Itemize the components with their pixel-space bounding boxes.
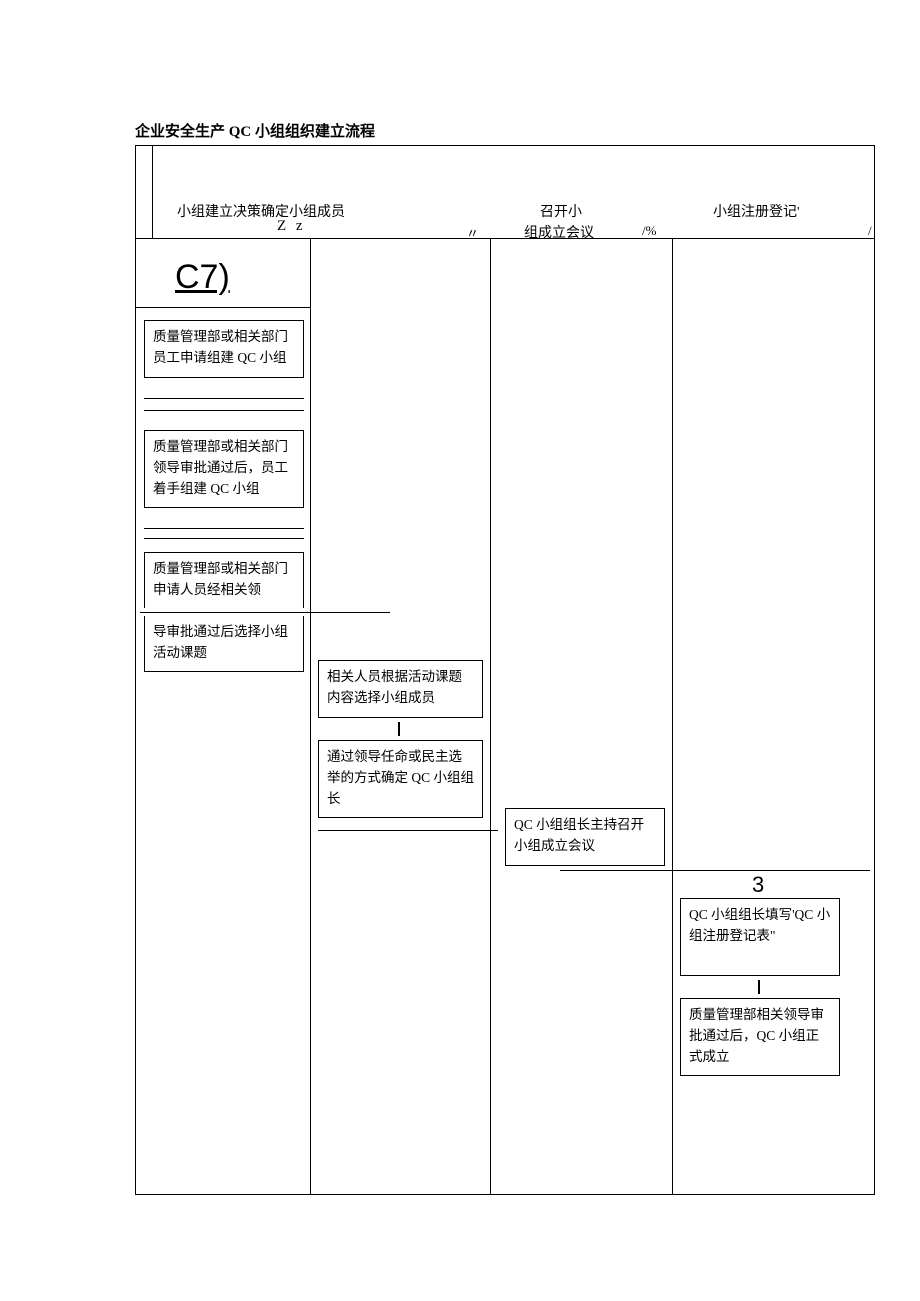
divider-b	[144, 528, 304, 529]
divider-a	[144, 398, 304, 399]
header-col3: 小组注册登记'	[713, 201, 800, 221]
c7-label: C7)	[175, 258, 230, 297]
header-vline	[152, 146, 153, 238]
header-dq: 〃	[466, 223, 479, 242]
step-approve-build: 质量管理部或相关部门领导审批通过后，员工着手组建 QC 小组	[144, 430, 304, 508]
connector-d	[398, 722, 400, 736]
step-apply: 质量管理部或相关部门员工申请组建 QC 小组	[144, 320, 304, 378]
col-divider-3	[672, 238, 673, 1195]
step-select-members: 相关人员根据活动课题内容选择小组成员	[318, 660, 483, 718]
label-3: 3	[752, 872, 764, 898]
step-select-topic-bot: 导审批通过后选择小组活动课题	[144, 616, 304, 672]
col-divider-2	[490, 238, 491, 1195]
page-title: 企业安全生产 QC 小组组织建立流程	[135, 120, 375, 141]
step-founding-meeting: QC 小组组长主持召开小组成立会议	[505, 808, 665, 866]
divider-a2	[144, 410, 304, 411]
hr-e	[318, 830, 498, 831]
page-diagram: 企业安全生产 QC 小组组织建立流程 小组建立决策确定小组成员 Z z 〃 召开…	[0, 0, 920, 1301]
step-formal-establish: 质量管理部相关领导审批通过后，QC 小组正式成立	[680, 998, 840, 1076]
step-appoint-leader: 通过领导任命或民主选举的方式确定 QC 小组组长	[318, 740, 483, 818]
step-fill-form: QC 小组组长填写'QC 小组注册登记表"	[680, 898, 840, 976]
header-zz: Z z	[277, 218, 306, 235]
header-col2b: 组成立会议	[524, 222, 594, 242]
divider-b2	[144, 538, 304, 539]
header-col1: 小组建立决策确定小组成员	[177, 201, 345, 221]
hr-f	[560, 870, 870, 871]
header-hline	[135, 238, 875, 239]
col-divider-1	[310, 238, 311, 1195]
header-slash: /	[868, 223, 872, 239]
connector-g	[758, 980, 760, 994]
hr-c	[140, 612, 390, 613]
header-col2a: 召开小	[540, 201, 582, 221]
header-pct: /%	[642, 223, 656, 239]
step-select-topic-top: 质量管理部或相关部门申请人员经相关领	[144, 552, 304, 608]
